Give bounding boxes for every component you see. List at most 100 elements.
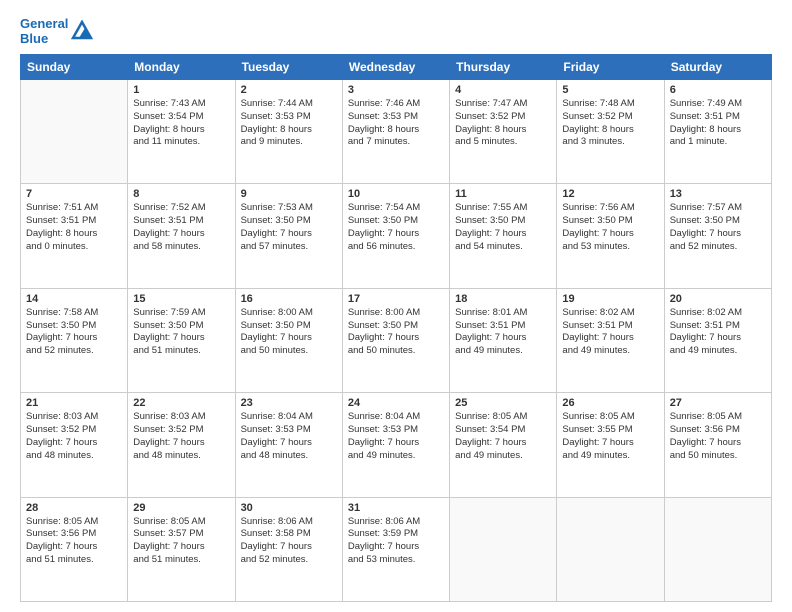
day-cell: 5 Sunrise: 7:48 AM Sunset: 3:52 PM Daylig… bbox=[557, 80, 664, 184]
day-cell: 22 Sunrise: 8:03 AM Sunset: 3:52 PM Dayli… bbox=[128, 393, 235, 497]
day-cell bbox=[664, 497, 771, 601]
day-info: Sunrise: 8:06 AM Sunset: 3:58 PM Dayligh… bbox=[241, 516, 337, 567]
day-cell: 30 Sunrise: 8:06 AM Sunset: 3:58 PM Dayli… bbox=[235, 497, 342, 601]
day-cell: 26Sunrise: 8:05 AM Sunset: 3:55 PM Dayli… bbox=[557, 393, 664, 497]
day-number: 17 bbox=[348, 293, 444, 305]
day-number: 6 bbox=[670, 84, 766, 96]
day-info: Sunrise: 7:55 AM Sunset: 3:50 PM Dayligh… bbox=[455, 202, 551, 253]
day-number: 10 bbox=[348, 188, 444, 200]
day-cell: 15 Sunrise: 7:59 AM Sunset: 3:50 PM Dayli… bbox=[128, 288, 235, 392]
day-number: 29 bbox=[133, 502, 229, 514]
day-cell: 23 Sunrise: 8:04 AM Sunset: 3:53 PM Dayli… bbox=[235, 393, 342, 497]
day-info: Sunrise: 8:04 AM Sunset: 3:53 PM Dayligh… bbox=[241, 411, 337, 462]
day-info: Sunrise: 8:05 AM Sunset: 3:57 PM Dayligh… bbox=[133, 516, 229, 567]
day-number: 23 bbox=[241, 397, 337, 409]
week-row-3: 14Sunrise: 7:58 AM Sunset: 3:50 PM Dayli… bbox=[21, 288, 772, 392]
day-cell: 31Sunrise: 8:06 AM Sunset: 3:59 PM Dayli… bbox=[342, 497, 449, 601]
day-number: 15 bbox=[133, 293, 229, 305]
day-cell: 24 Sunrise: 8:04 AM Sunset: 3:53 PM Dayli… bbox=[342, 393, 449, 497]
day-cell: 20Sunrise: 8:02 AM Sunset: 3:51 PM Dayli… bbox=[664, 288, 771, 392]
day-cell: 25 Sunrise: 8:05 AM Sunset: 3:54 PM Dayli… bbox=[450, 393, 557, 497]
day-info: Sunrise: 7:52 AM Sunset: 3:51 PM Dayligh… bbox=[133, 202, 229, 253]
day-number: 2 bbox=[241, 84, 337, 96]
day-number: 20 bbox=[670, 293, 766, 305]
day-info: Sunrise: 8:00 AM Sunset: 3:50 PM Dayligh… bbox=[348, 307, 444, 358]
day-info: Sunrise: 7:59 AM Sunset: 3:50 PM Dayligh… bbox=[133, 307, 229, 358]
day-info: Sunrise: 8:03 AM Sunset: 3:52 PM Dayligh… bbox=[133, 411, 229, 462]
day-cell: 29 Sunrise: 8:05 AM Sunset: 3:57 PM Dayli… bbox=[128, 497, 235, 601]
day-number: 31 bbox=[348, 502, 444, 514]
day-info: Sunrise: 8:02 AM Sunset: 3:51 PM Dayligh… bbox=[562, 307, 658, 358]
day-number: 30 bbox=[241, 502, 337, 514]
day-info: Sunrise: 7:58 AM Sunset: 3:50 PM Dayligh… bbox=[26, 307, 122, 358]
day-info: Sunrise: 7:51 AM Sunset: 3:51 PM Dayligh… bbox=[26, 202, 122, 253]
day-info: Sunrise: 7:47 AM Sunset: 3:52 PM Dayligh… bbox=[455, 98, 551, 149]
day-info: Sunrise: 7:49 AM Sunset: 3:51 PM Dayligh… bbox=[670, 98, 766, 149]
weekday-monday: Monday bbox=[128, 55, 235, 80]
day-number: 28 bbox=[26, 502, 122, 514]
day-number: 5 bbox=[562, 84, 658, 96]
day-number: 24 bbox=[348, 397, 444, 409]
day-number: 22 bbox=[133, 397, 229, 409]
day-info: Sunrise: 8:01 AM Sunset: 3:51 PM Dayligh… bbox=[455, 307, 551, 358]
day-cell: 19 Sunrise: 8:02 AM Sunset: 3:51 PM Dayli… bbox=[557, 288, 664, 392]
logo-icon bbox=[71, 20, 93, 42]
day-info: Sunrise: 8:04 AM Sunset: 3:53 PM Dayligh… bbox=[348, 411, 444, 462]
day-info: Sunrise: 8:05 AM Sunset: 3:54 PM Dayligh… bbox=[455, 411, 551, 462]
week-row-4: 21 Sunrise: 8:03 AM Sunset: 3:52 PM Dayli… bbox=[21, 393, 772, 497]
day-cell: 18 Sunrise: 8:01 AM Sunset: 3:51 PM Dayli… bbox=[450, 288, 557, 392]
day-number: 21 bbox=[26, 397, 122, 409]
day-cell: 3 Sunrise: 7:46 AM Sunset: 3:53 PM Daylig… bbox=[342, 80, 449, 184]
day-cell: 10 Sunrise: 7:54 AM Sunset: 3:50 PM Dayli… bbox=[342, 184, 449, 288]
logo-line1: General bbox=[20, 16, 68, 31]
day-number: 13 bbox=[670, 188, 766, 200]
day-info: Sunrise: 7:44 AM Sunset: 3:53 PM Dayligh… bbox=[241, 98, 337, 149]
week-row-5: 28 Sunrise: 8:05 AM Sunset: 3:56 PM Dayli… bbox=[21, 497, 772, 601]
day-cell: 12Sunrise: 7:56 AM Sunset: 3:50 PM Dayli… bbox=[557, 184, 664, 288]
day-info: Sunrise: 8:05 AM Sunset: 3:56 PM Dayligh… bbox=[670, 411, 766, 462]
day-cell: 21 Sunrise: 8:03 AM Sunset: 3:52 PM Dayli… bbox=[21, 393, 128, 497]
day-number: 18 bbox=[455, 293, 551, 305]
page: General Blue SundayMondayTuesdayWednesda… bbox=[0, 0, 792, 612]
day-number: 7 bbox=[26, 188, 122, 200]
day-number: 27 bbox=[670, 397, 766, 409]
day-cell: 1 Sunrise: 7:43 AM Sunset: 3:54 PM Daylig… bbox=[128, 80, 235, 184]
weekday-saturday: Saturday bbox=[664, 55, 771, 80]
weekday-sunday: Sunday bbox=[21, 55, 128, 80]
day-number: 11 bbox=[455, 188, 551, 200]
day-info: Sunrise: 7:54 AM Sunset: 3:50 PM Dayligh… bbox=[348, 202, 444, 253]
day-number: 4 bbox=[455, 84, 551, 96]
logo: General Blue bbox=[20, 16, 93, 46]
week-row-2: 7 Sunrise: 7:51 AM Sunset: 3:51 PM Daylig… bbox=[21, 184, 772, 288]
day-cell: 16Sunrise: 8:00 AM Sunset: 3:50 PM Dayli… bbox=[235, 288, 342, 392]
day-cell: 11 Sunrise: 7:55 AM Sunset: 3:50 PM Dayli… bbox=[450, 184, 557, 288]
calendar-table: SundayMondayTuesdayWednesdayThursdayFrid… bbox=[20, 54, 772, 602]
day-number: 19 bbox=[562, 293, 658, 305]
day-number: 9 bbox=[241, 188, 337, 200]
day-number: 26 bbox=[562, 397, 658, 409]
day-info: Sunrise: 7:48 AM Sunset: 3:52 PM Dayligh… bbox=[562, 98, 658, 149]
day-info: Sunrise: 7:56 AM Sunset: 3:50 PM Dayligh… bbox=[562, 202, 658, 253]
day-cell: 27 Sunrise: 8:05 AM Sunset: 3:56 PM Dayli… bbox=[664, 393, 771, 497]
logo-text: General Blue bbox=[20, 16, 93, 46]
day-cell: 7 Sunrise: 7:51 AM Sunset: 3:51 PM Daylig… bbox=[21, 184, 128, 288]
week-row-1: 1 Sunrise: 7:43 AM Sunset: 3:54 PM Daylig… bbox=[21, 80, 772, 184]
day-number: 1 bbox=[133, 84, 229, 96]
day-cell: 28 Sunrise: 8:05 AM Sunset: 3:56 PM Dayli… bbox=[21, 497, 128, 601]
day-info: Sunrise: 7:53 AM Sunset: 3:50 PM Dayligh… bbox=[241, 202, 337, 253]
day-info: Sunrise: 7:57 AM Sunset: 3:50 PM Dayligh… bbox=[670, 202, 766, 253]
day-cell: 17 Sunrise: 8:00 AM Sunset: 3:50 PM Dayli… bbox=[342, 288, 449, 392]
day-info: Sunrise: 8:05 AM Sunset: 3:56 PM Dayligh… bbox=[26, 516, 122, 567]
day-cell: 9 Sunrise: 7:53 AM Sunset: 3:50 PM Daylig… bbox=[235, 184, 342, 288]
day-number: 25 bbox=[455, 397, 551, 409]
day-number: 16 bbox=[241, 293, 337, 305]
day-number: 3 bbox=[348, 84, 444, 96]
weekday-thursday: Thursday bbox=[450, 55, 557, 80]
day-cell: 14Sunrise: 7:58 AM Sunset: 3:50 PM Dayli… bbox=[21, 288, 128, 392]
day-info: Sunrise: 7:43 AM Sunset: 3:54 PM Dayligh… bbox=[133, 98, 229, 149]
header: General Blue bbox=[20, 16, 772, 46]
day-info: Sunrise: 8:03 AM Sunset: 3:52 PM Dayligh… bbox=[26, 411, 122, 462]
day-info: Sunrise: 7:46 AM Sunset: 3:53 PM Dayligh… bbox=[348, 98, 444, 149]
day-cell bbox=[21, 80, 128, 184]
day-cell bbox=[557, 497, 664, 601]
